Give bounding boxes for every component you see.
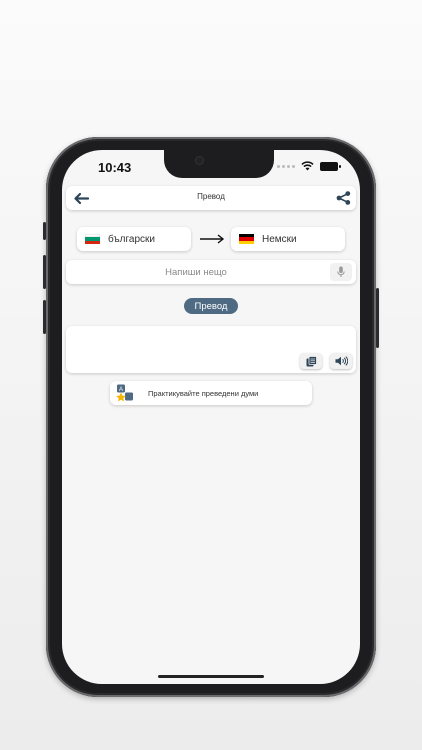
- notch: [164, 150, 274, 178]
- bulgaria-flag-icon: [85, 234, 100, 244]
- phone-silent-switch: [43, 222, 46, 240]
- phone-volume-down: [43, 300, 46, 334]
- arrow-right-icon: [200, 234, 225, 244]
- copy-icon: [306, 355, 317, 366]
- signal-dots-icon: [277, 164, 295, 168]
- phone-power-button: [376, 288, 379, 348]
- page-title: Превод: [197, 192, 225, 201]
- translate-button[interactable]: Превод: [184, 298, 238, 314]
- target-language-name: Немски: [262, 233, 297, 245]
- top-toolbar: Превод: [66, 186, 356, 210]
- target-language-selector[interactable]: Немски: [231, 227, 345, 251]
- battery-icon: [320, 161, 341, 171]
- microphone-icon: [337, 266, 345, 277]
- share-icon: [336, 191, 350, 205]
- status-icons: [277, 161, 341, 171]
- home-indicator[interactable]: [158, 675, 264, 678]
- share-button[interactable]: [332, 189, 354, 207]
- phone-volume-up: [43, 255, 46, 289]
- copy-button[interactable]: [300, 353, 322, 369]
- camera: [196, 157, 203, 164]
- speaker-icon: [335, 356, 348, 366]
- svg-text:A: A: [119, 387, 123, 393]
- germany-flag-icon: [239, 234, 254, 244]
- practice-words-button[interactable]: A Практикувайте преведени думи: [110, 381, 312, 405]
- practice-label: Практикувайте преведени думи: [148, 389, 259, 398]
- text-input-field[interactable]: Напиши нещо: [66, 260, 356, 284]
- speaker-button[interactable]: [330, 353, 352, 369]
- source-language-name: български: [108, 233, 155, 245]
- microphone-button[interactable]: [330, 263, 352, 281]
- translation-output: [66, 326, 356, 373]
- input-placeholder: Напиши нещо: [165, 267, 227, 278]
- flashcards-star-icon: A: [116, 384, 133, 402]
- wifi-icon: [301, 161, 314, 171]
- status-time: 10:43: [98, 160, 132, 175]
- app-screen: 10:43 Превод български Немски Напиши нещ…: [62, 150, 360, 684]
- source-language-selector[interactable]: български: [77, 227, 191, 251]
